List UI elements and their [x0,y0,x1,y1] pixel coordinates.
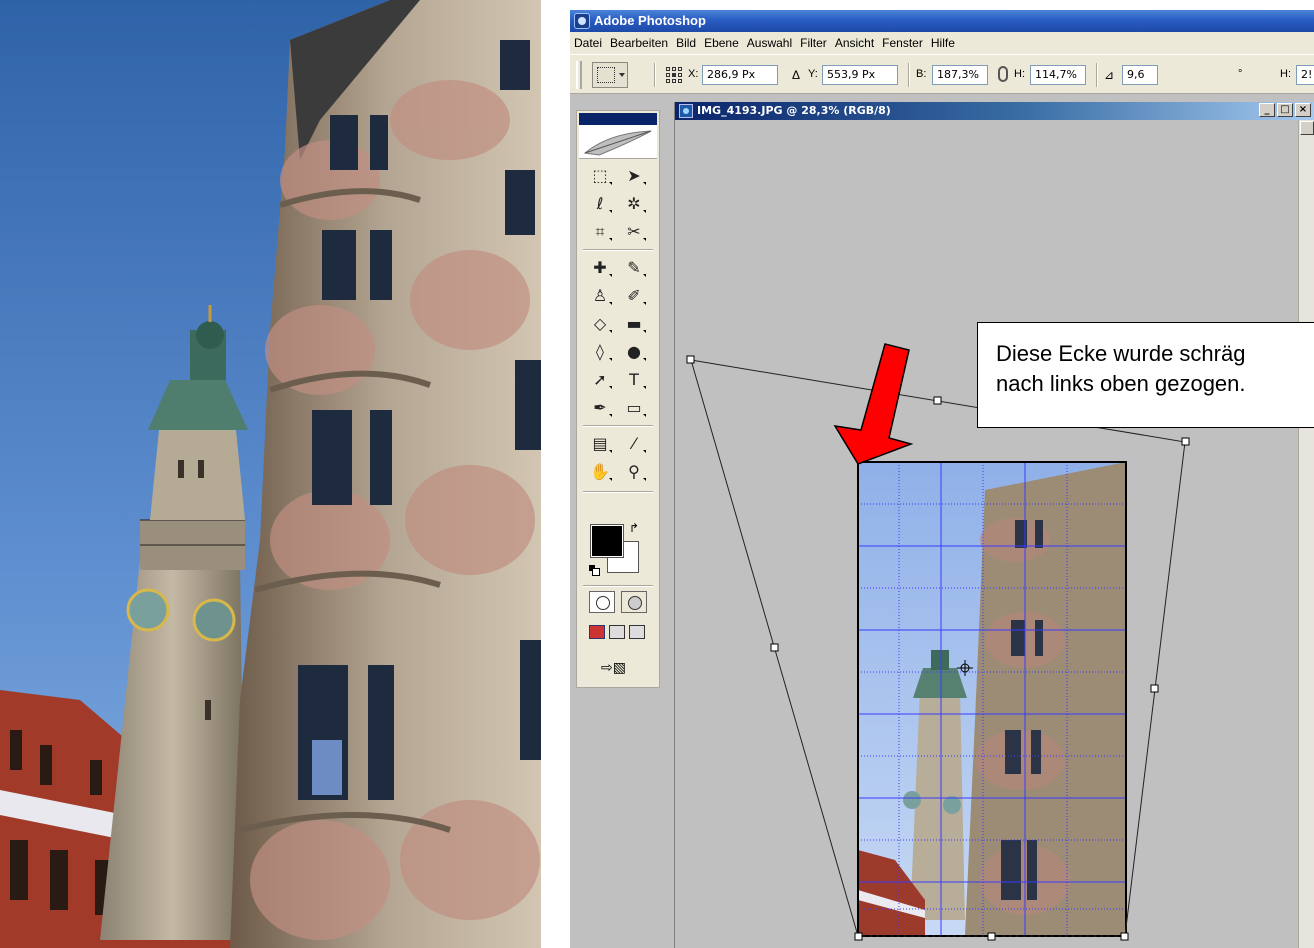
height-label: H: [1014,68,1025,80]
blur-icon[interactable]: ◊ [585,339,615,365]
marquee-icon[interactable]: ⬚ [585,163,615,189]
vertical-scrollbar[interactable] [1298,120,1314,948]
eyedropper-icon[interactable]: ⁄ [619,431,649,457]
divider [583,425,653,427]
full-screen-menu-button[interactable] [609,625,625,639]
menu-hilfe[interactable]: Hilfe [927,32,959,54]
divider [583,491,653,493]
hskew-label: H: [1280,68,1291,80]
divider [908,63,910,87]
path-selection-icon[interactable]: ➚ [585,367,615,393]
notes-icon[interactable]: ▤ [585,431,615,457]
feather-logo[interactable] [579,125,657,159]
maximize-button[interactable]: □ [1277,103,1293,117]
building-tower-photo [0,0,541,948]
x-position-input[interactable]: 286,9 Px [702,65,778,85]
divider [583,249,653,251]
photoshop-logo-icon [574,13,590,29]
slice-icon[interactable]: ✂ [619,219,649,245]
photoshop-window: Adobe Photoshop Datei Bearbeiten Bild Eb… [570,10,1314,948]
clone-stamp-icon[interactable]: ♙ [585,283,615,309]
dodge-icon[interactable]: ● [619,339,649,365]
zoom-icon[interactable]: ⚲ [619,459,649,485]
app-title-bar: Adobe Photoshop [570,10,1314,32]
divider [583,585,653,587]
foreground-color-swatch[interactable] [590,524,624,558]
minimize-button[interactable]: _ [1259,103,1275,117]
menu-ansicht[interactable]: Ansicht [831,32,878,54]
eraser-icon[interactable]: ◇ [585,311,615,337]
chevron-down-icon [619,73,625,77]
menu-fenster[interactable]: Fenster [878,32,927,54]
handle-top-left[interactable] [686,355,695,364]
red-arrow-icon [833,343,914,465]
menu-filter[interactable]: Filter [796,32,831,54]
magic-wand-icon[interactable]: ✲ [619,191,649,217]
rotation-input[interactable]: 9,6 [1122,65,1158,85]
menu-bild[interactable]: Bild [672,32,700,54]
image-layer [858,462,1126,936]
toolbox: ⬚ ➤ ℓ ✲ ⌗ ✂ ✚ ✎ ♙ ✐ ◇ ▬ ◊ ● ➚ T ✒ ▭ ▤ ⁄ … [576,110,660,688]
standard-screen-button[interactable] [589,625,605,639]
handle-bottom-right[interactable] [1120,932,1129,941]
healing-brush-icon[interactable]: ✚ [585,255,615,281]
y-label: Y: [808,68,818,80]
width-label: B: [916,68,927,80]
quick-mask-button[interactable] [621,591,647,613]
degree-sign: ° [1238,68,1243,80]
divider [1096,63,1098,87]
app-title: Adobe Photoshop [594,13,706,28]
move-icon[interactable]: ➤ [619,163,649,189]
options-bar-grip[interactable] [576,61,582,89]
default-colors-icon[interactable] [589,565,600,576]
lasso-icon[interactable]: ℓ [585,191,615,217]
full-screen-button[interactable] [629,625,645,639]
reference-point-icon[interactable] [666,67,684,83]
menu-bar: Datei Bearbeiten Bild Ebene Auswahl Filt… [570,32,1314,54]
crop-icon[interactable]: ⌗ [585,219,615,245]
history-brush-icon[interactable]: ✐ [619,283,649,309]
type-icon[interactable]: T [619,367,649,393]
angle-icon: ⊿ [1104,68,1115,82]
options-bar: X: 286,9 Px Δ Y: 553,9 Px B: 187,3% H: 1… [570,54,1314,94]
menu-ebene[interactable]: Ebene [700,32,743,54]
handle-bottom-middle[interactable] [987,932,996,941]
brush-icon[interactable]: ✎ [619,255,649,281]
hskew-input[interactable]: 2! [1296,65,1314,85]
pen-icon[interactable]: ✒ [585,395,615,421]
document-window: IMG_4193.JPG @ 28,3% (RGB/8) _ □ × Diese… [674,102,1314,948]
transform-canvas[interactable] [675,120,1299,948]
close-button[interactable]: × [1295,103,1311,117]
reference-photo [0,0,541,948]
y-position-input[interactable]: 553,9 Px [822,65,898,85]
annotation-callout: Diese Ecke wurde schräg nach links oben … [977,322,1314,428]
height-scale-input[interactable]: 114,7% [1030,65,1086,85]
handle-middle-left[interactable] [770,643,779,652]
handle-middle-right[interactable] [1150,684,1159,693]
toolbox-header[interactable] [579,113,657,125]
handle-top-right[interactable] [1181,437,1190,446]
swap-colors-icon[interactable]: ↱ [629,521,639,535]
scroll-up-button[interactable] [1300,121,1314,135]
document-icon [679,104,693,118]
delta-icon[interactable]: Δ [792,68,800,82]
link-icon[interactable] [998,66,1008,82]
menu-datei[interactable]: Datei [570,32,606,54]
x-label: X: [688,68,699,80]
handle-bottom-left[interactable] [854,932,863,941]
standard-mode-button[interactable] [589,591,615,613]
width-scale-input[interactable]: 187,3% [932,65,988,85]
menu-auswahl[interactable]: Auswahl [743,32,796,54]
gradient-icon[interactable]: ▬ [619,311,649,337]
shape-icon[interactable]: ▭ [619,395,649,421]
jump-to-imageready-icon[interactable]: ⇨▧ [601,659,635,679]
hand-icon[interactable]: ✋ [585,459,615,485]
transform-icon [597,67,615,83]
tool-preset-picker[interactable] [592,62,628,88]
divider [654,63,656,87]
menu-bearbeiten[interactable]: Bearbeiten [606,32,672,54]
document-title: IMG_4193.JPG @ 28,3% (RGB/8) [697,104,891,117]
handle-top-middle[interactable] [933,396,942,405]
document-title-bar[interactable]: IMG_4193.JPG @ 28,3% (RGB/8) _ □ × [675,102,1314,120]
